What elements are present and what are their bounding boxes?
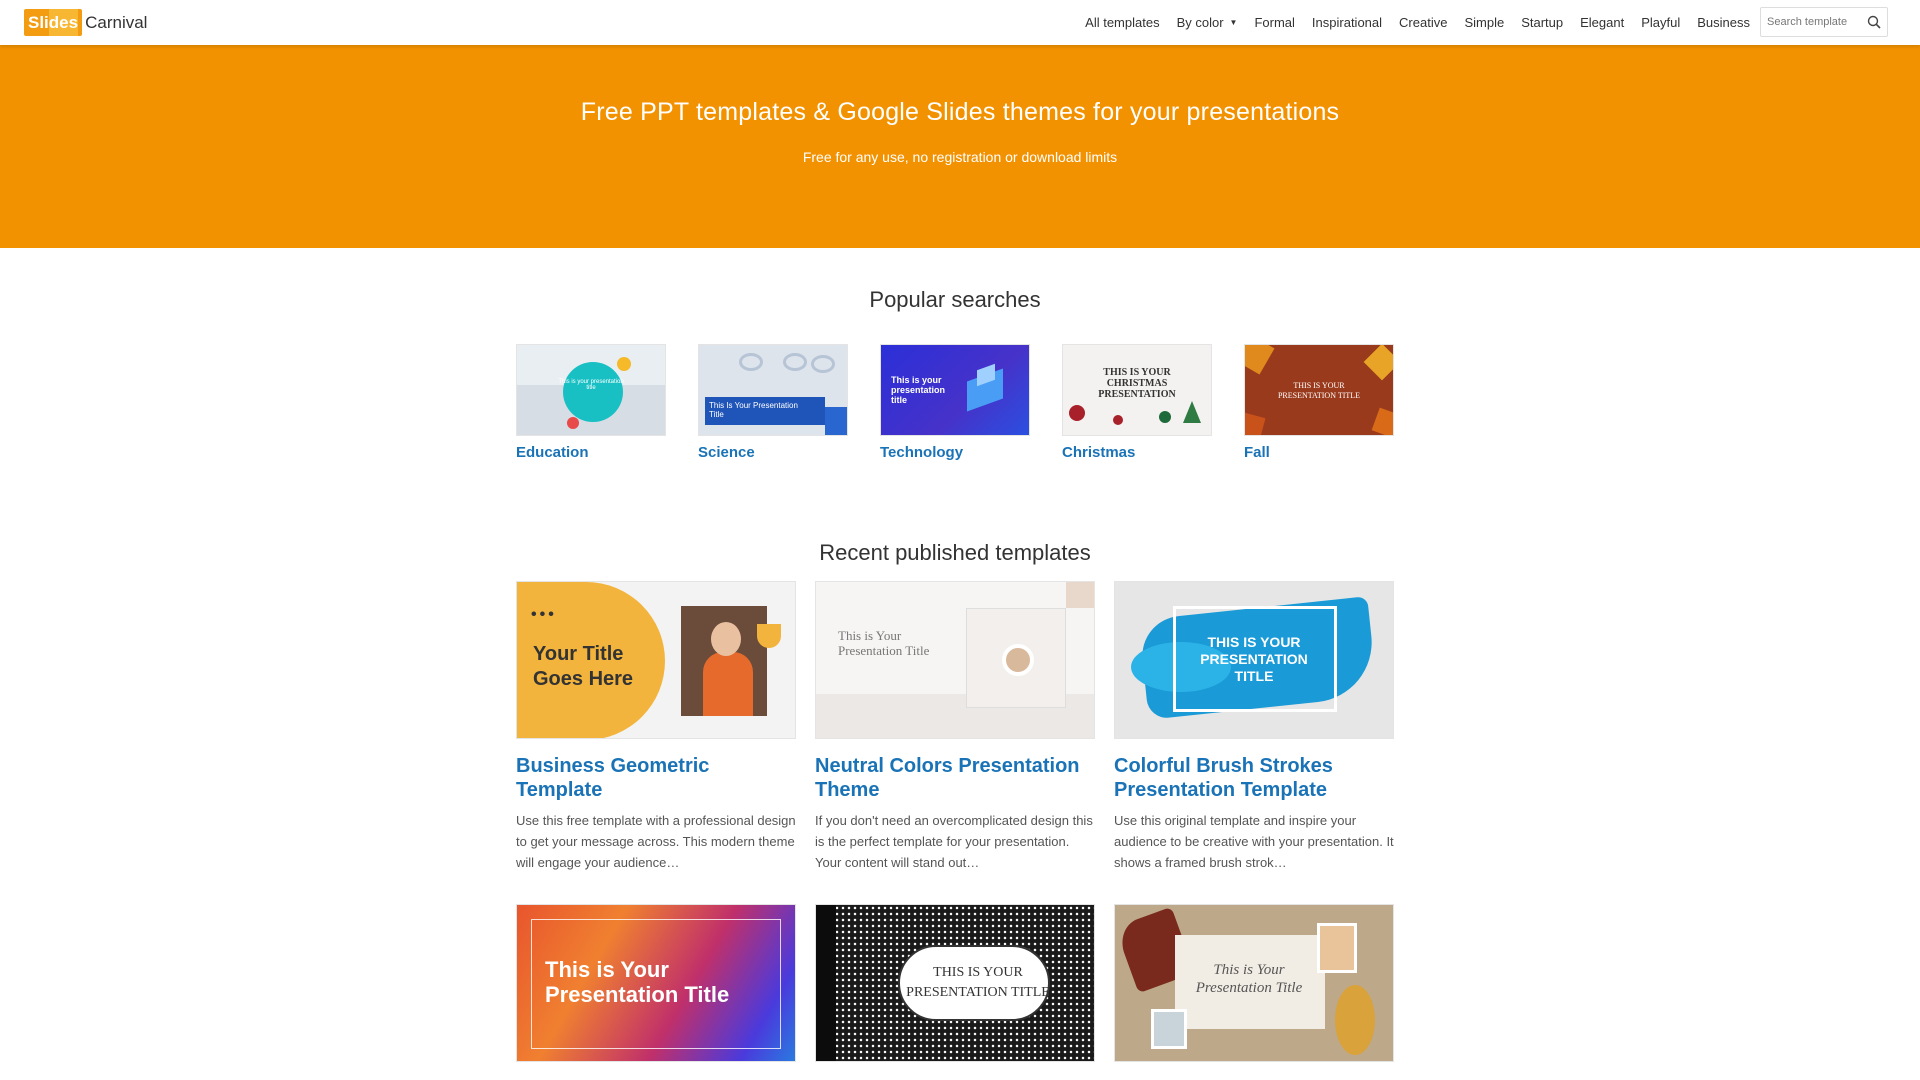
template-description: Use this free template with a profession… [516,813,796,870]
main-nav: All templates By color ▼ Formal Inspirati… [1068,7,1888,37]
hero-banner: Free PPT templates & Google Slides theme… [0,45,1920,248]
popular-item-science[interactable]: This Is Your Presentation Title Science [698,344,848,461]
science-thumbnail: This Is Your Presentation Title [698,344,848,436]
thumb-text: This Is Your Presentation Title [709,401,798,419]
thumb-text: THIS IS YOUR PRESENTATION TITLE [906,965,1050,1000]
popular-item-fall[interactable]: THIS IS YOUR PRESENTATION TITLE Fall [1244,344,1394,461]
popular-label[interactable]: Christmas [1062,444,1212,461]
thumb-text: THIS IS YOUR CHRISTMAS PRESENTATION [1098,367,1176,400]
thumb-text: THIS IS YOUR PRESENTATION TITLE [1200,634,1308,684]
logo[interactable]: Sli des Carnival [24,9,147,36]
popular-heading: Popular searches [869,287,1041,312]
logo-text: Carnival [85,13,148,32]
nav-simple[interactable]: Simple [1464,15,1504,30]
nav-by-color[interactable]: By color ▼ [1177,15,1238,30]
search-icon[interactable] [1867,15,1881,29]
nav-playful[interactable]: Playful [1641,15,1680,30]
template-thumbnail[interactable]: THIS IS YOUR PRESENTATION TITLE [815,904,1095,1062]
christmas-thumbnail: THIS IS YOUR CHRISTMAS PRESENTATION [1062,344,1212,436]
thumb-text: This is your presentation title [558,379,624,391]
site-header: Sli des Carnival All templates By color ▼ … [0,0,1920,45]
logo-mark: Sli des [24,9,83,36]
template-title[interactable]: Neutral Colors Presentation Theme [815,754,1095,802]
thumb-text: THIS IS YOUR PRESENTATION TITLE [1277,381,1361,400]
fall-thumbnail: THIS IS YOUR PRESENTATION TITLE [1244,344,1394,436]
template-card[interactable]: THIS IS YOUR PRESENTATION TITLE Colorful… [1114,581,1394,873]
nav-by-color-label: By color [1176,14,1224,30]
template-card[interactable]: THIS IS YOUR PRESENTATION TITLE [815,904,1095,1062]
template-description: If you don't need an overcomplicated des… [815,813,1093,870]
popular-item-technology[interactable]: This is your presentation title Technolo… [880,344,1030,461]
nav-elegant[interactable]: Elegant [1580,15,1624,30]
education-thumbnail: This is your presentation title [516,344,666,436]
hero-title: Free PPT templates & Google Slides theme… [580,98,1340,126]
template-card[interactable]: This is Your Presentation Title Neutral … [815,581,1095,873]
template-title[interactable]: Colorful Brush Strokes Presentation Temp… [1114,754,1394,802]
template-thumbnail[interactable]: This is Your Presentation Title [1114,904,1394,1062]
popular-item-christmas[interactable]: THIS IS YOUR CHRISTMAS PRESENTATION Chri… [1062,344,1212,461]
template-title[interactable]: Business Geometric Template [516,754,796,802]
popular-item-education[interactable]: This is your presentation title Educatio… [516,344,666,461]
search-box [1760,7,1888,37]
nav-inspirational[interactable]: Inspirational [1312,15,1382,30]
popular-label[interactable]: Education [516,444,666,461]
thumb-text: This is Your Presentation Title [545,957,730,1007]
template-card[interactable]: This is Your Presentation Title [516,904,796,1062]
search-input[interactable] [1761,8,1861,36]
nav-startup[interactable]: Startup [1521,15,1563,30]
nav-creative[interactable]: Creative [1399,15,1447,30]
popular-label[interactable]: Science [698,444,848,461]
template-thumbnail[interactable]: This is Your Presentation Title [815,581,1095,739]
popular-label[interactable]: Fall [1244,444,1394,461]
popular-label[interactable]: Technology [880,444,1030,461]
technology-thumbnail: This is your presentation title [880,344,1030,436]
thumb-text: Your Title Goes Here [533,643,634,690]
thumb-text: This is your presentation title [891,375,946,405]
nav-business[interactable]: Business [1697,15,1750,30]
thumb-text: This is Your Presentation Title [1195,962,1303,996]
thumb-text: This is Your Presentation Title [838,628,930,658]
nav-formal[interactable]: Formal [1254,15,1294,30]
caret-down-icon: ▼ [1229,17,1238,27]
template-description: Use this original template and inspire y… [1114,813,1394,870]
hero-subtitle: Free for any use, no registration or dow… [802,149,1118,165]
nav-all-templates[interactable]: All templates [1085,15,1159,30]
template-card[interactable]: ••• Your Title Goes Here Business Geomet… [516,581,796,873]
template-thumbnail[interactable]: This is Your Presentation Title [516,904,796,1062]
template-thumbnail[interactable]: THIS IS YOUR PRESENTATION TITLE [1114,581,1394,739]
template-thumbnail[interactable]: ••• Your Title Goes Here [516,581,796,739]
template-card[interactable]: This is Your Presentation Title [1114,904,1394,1062]
recent-heading: Recent published templates [819,540,1091,565]
